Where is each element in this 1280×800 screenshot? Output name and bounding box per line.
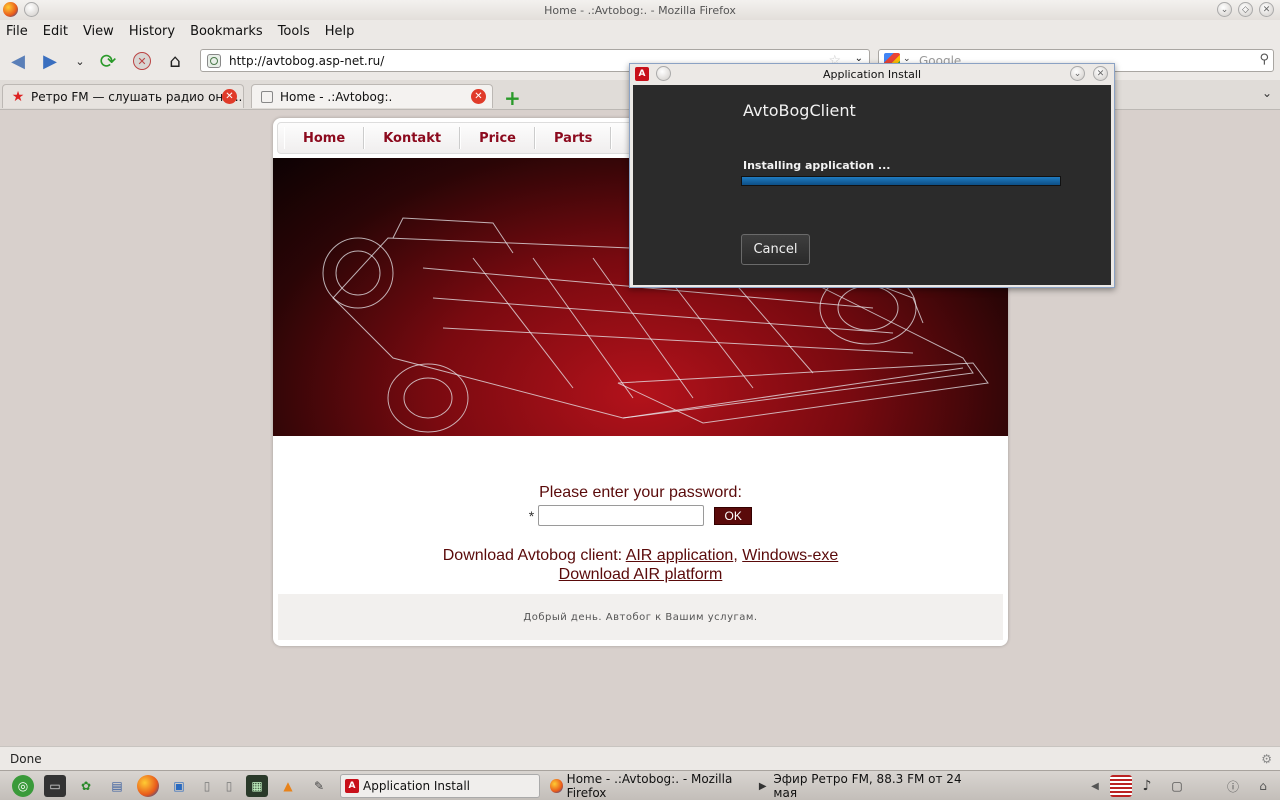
site-footer: Добрый день. Автобог к Вашим услугам.: [278, 594, 1003, 640]
site-nav-price[interactable]: Price: [460, 127, 535, 149]
monitor-icon[interactable]: ▦: [246, 775, 268, 797]
task-label: Эфир Ретро FM, 88.3 FM от 24 мая: [773, 772, 962, 800]
reload-icon[interactable]: ⟳: [96, 49, 120, 73]
progress-fill: [742, 177, 1060, 185]
files-icon[interactable]: ▣: [168, 775, 190, 797]
terminal-icon[interactable]: ▭: [44, 775, 66, 797]
dialog-close-icon[interactable]: ✕: [1093, 66, 1108, 81]
tab-retro-fm[interactable]: ★ Ретро FM — слушать радио онл... ✕: [2, 84, 244, 108]
back-arrow-icon[interactable]: ◀: [6, 50, 30, 72]
login-form: Please enter your password: * OK: [273, 484, 1008, 526]
status-bar: Done ⚙: [0, 746, 1280, 770]
window-menu-icon[interactable]: [24, 2, 39, 17]
firefox-task-icon: [550, 779, 563, 793]
application-install-dialog: A Application Install ⌄ ✕ AvtoBogClient …: [629, 63, 1115, 288]
site-identity-icon[interactable]: [207, 53, 221, 68]
tray-scroll-left-icon[interactable]: ◀: [1084, 775, 1106, 797]
download-links: Download Avtobog client: AIR application…: [273, 546, 1008, 584]
url-text[interactable]: http://avtobog.asp-net.ru/: [229, 54, 384, 68]
password-prompt: Please enter your password:: [539, 484, 742, 501]
search-icon[interactable]: ⚲: [1259, 52, 1269, 67]
menu-tools[interactable]: Tools: [278, 24, 310, 39]
clipboard-icon[interactable]: ▢: [1166, 775, 1188, 797]
menu-history[interactable]: History: [129, 24, 175, 39]
firefox-launcher-icon[interactable]: [137, 775, 159, 797]
site-nav-parts[interactable]: Parts: [535, 127, 612, 149]
system-settings-icon[interactable]: ▤: [106, 775, 128, 797]
text-editor-icon[interactable]: ✎: [308, 775, 330, 797]
dialog-minimize-icon[interactable]: ⌄: [1070, 66, 1085, 81]
maximize-icon[interactable]: ◇: [1238, 2, 1253, 17]
keyboard-layout-flag-icon[interactable]: [1110, 775, 1132, 797]
stop-icon[interactable]: ✕: [130, 50, 154, 72]
ok-button[interactable]: OK: [714, 506, 753, 525]
menu-help[interactable]: Help: [325, 24, 355, 39]
required-marker: *: [528, 507, 535, 524]
install-status: Installing application ...: [743, 159, 891, 172]
adobe-air-icon: A: [635, 67, 649, 81]
install-progress-bar: [741, 176, 1061, 186]
window-title: Home - .:Avtobog:. - Mozilla Firefox: [544, 3, 736, 17]
vlc-icon[interactable]: ▲: [277, 775, 299, 797]
history-dropdown-icon[interactable]: ⌄: [68, 50, 92, 72]
forward-arrow-icon[interactable]: ▶: [38, 50, 62, 72]
tab-label: Home - .:Avtobog:.: [280, 89, 393, 104]
minimize-icon[interactable]: ⌄: [1217, 2, 1232, 17]
footer-text: Добрый день. Автобог к Вашим услугам.: [523, 611, 758, 623]
workspace-2-icon[interactable]: ▯: [218, 775, 240, 797]
dialog-body: AvtoBogClient Installing application ...…: [633, 85, 1111, 285]
download-air-platform-link[interactable]: Download AIR platform: [559, 566, 723, 583]
task-retro-fm-player[interactable]: ▶ Эфир Ретро FM, 88.3 FM от 24 мая: [752, 772, 980, 800]
tray-menu-icon[interactable]: ⌂: [1252, 775, 1274, 797]
tab-close-icon[interactable]: ✕: [471, 89, 486, 104]
tab-avtobog[interactable]: Home - .:Avtobog:. ✕: [251, 84, 493, 108]
task-application-install[interactable]: A Application Install: [340, 774, 540, 798]
tab-close-icon[interactable]: ✕: [222, 89, 237, 104]
dialog-title: Application Install: [822, 67, 922, 81]
app-name: AvtoBogClient: [743, 101, 856, 120]
volume-icon[interactable]: ♪: [1136, 775, 1158, 797]
task-label: Home - .:Avtobog:. - Mozilla Firefox: [566, 772, 733, 800]
page-favicon-icon: [260, 90, 274, 104]
firefox-icon[interactable]: [3, 2, 18, 17]
window-titlebar: Home - .:Avtobog:. - Mozilla Firefox ⌄ ◇…: [0, 0, 1280, 20]
tab-list-chevron-icon[interactable]: ⌄: [1262, 86, 1272, 100]
site-nav-home[interactable]: Home: [284, 127, 365, 149]
close-icon[interactable]: ✕: [1259, 2, 1274, 17]
play-icon: ▶: [758, 780, 767, 792]
workspace-1-icon[interactable]: ▯: [196, 775, 218, 797]
menu-edit[interactable]: Edit: [43, 24, 68, 39]
tab-label: Ретро FM — слушать радио онл...: [31, 89, 243, 104]
status-activity-icon: ⚙: [1261, 752, 1272, 766]
file-manager-icon[interactable]: ✿: [75, 775, 97, 797]
site-nav-kontakt[interactable]: Kontakt: [364, 127, 461, 149]
menu-bar: File Edit View History Bookmarks Tools H…: [0, 20, 1280, 42]
menu-view[interactable]: View: [83, 24, 114, 39]
dialog-titlebar: A Application Install ⌄ ✕: [630, 64, 1114, 84]
windows-exe-link[interactable]: Windows-exe: [742, 547, 838, 564]
star-favicon-icon: ★: [11, 88, 25, 105]
task-firefox[interactable]: Home - .:Avtobog:. - Mozilla Firefox: [546, 772, 756, 800]
menu-bookmarks[interactable]: Bookmarks: [190, 24, 263, 39]
home-icon[interactable]: ⌂: [163, 50, 187, 72]
info-icon[interactable]: ⓘ: [1222, 775, 1244, 797]
task-label: Application Install: [363, 779, 470, 793]
menu-file[interactable]: File: [6, 24, 28, 39]
status-text: Done: [10, 751, 42, 766]
start-menu-icon[interactable]: ◎: [12, 775, 34, 797]
cancel-button[interactable]: Cancel: [741, 234, 810, 265]
dialog-menu-icon[interactable]: [656, 66, 671, 81]
air-application-link[interactable]: AIR application: [626, 547, 734, 564]
link-separator: ,: [733, 547, 738, 564]
password-input[interactable]: [538, 505, 705, 526]
adobe-air-task-icon: A: [345, 779, 359, 793]
download-prefix: Download Avtobog client:: [442, 547, 623, 564]
taskbar: ◎ ▭ ✿ ▤ ▣ ▯ ▯ ▦ ▲ ✎ A Application Instal…: [0, 770, 1280, 800]
new-tab-plus-icon[interactable]: +: [504, 86, 521, 110]
